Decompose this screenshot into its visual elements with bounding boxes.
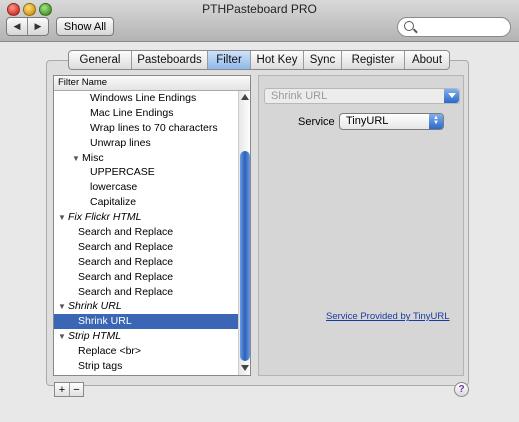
forward-button[interactable]: ▶ <box>27 18 48 35</box>
filter-item-label: Search and Replace <box>78 255 174 268</box>
service-provided-link[interactable]: Service Provided by TinyURL <box>326 311 450 322</box>
filter-item-label: Misc <box>82 151 104 164</box>
filter-item-label: Search and Replace <box>78 270 174 283</box>
preferences-tabs: General Pasteboards Filter Hot Key Sync … <box>68 50 450 70</box>
search-input[interactable] <box>397 17 511 37</box>
filter-list-item[interactable]: Shrink URL <box>54 314 250 330</box>
tab-register[interactable]: Register <box>341 51 404 69</box>
filter-list-item[interactable]: Search and Replace <box>54 270 250 285</box>
filter-list-item[interactable]: Search and Replace <box>54 285 250 300</box>
filter-list-item[interactable]: Capitalize <box>54 195 250 210</box>
tab-hot-key[interactable]: Hot Key <box>250 51 303 69</box>
scroll-down-arrow-icon[interactable] <box>241 365 249 371</box>
filter-item-label: Shrink URL <box>78 315 132 328</box>
service-label: Service <box>298 116 335 128</box>
filter-item-label: Strip tags <box>78 360 123 373</box>
filter-item-label: UPPERCASE <box>90 166 155 179</box>
filter-item-label: Mac Line Endings <box>90 106 174 119</box>
scroll-up-arrow-icon[interactable] <box>241 94 249 100</box>
filter-item-label: Search and Replace <box>78 285 174 298</box>
add-filter-button[interactable]: + <box>55 383 69 396</box>
filter-list-body: Windows Line Endings Mac Line Endings Wrap… <box>54 91 250 374</box>
filter-item-label: Wrap lines to 70 characters <box>90 121 218 134</box>
service-value: TinyURL <box>346 115 389 127</box>
filter-type-popup: Shrink URL <box>264 88 460 104</box>
forward-arrow-icon: ▶ <box>34 21 42 31</box>
help-button[interactable]: ? <box>454 382 469 397</box>
filter-list-item[interactable]: Replace <br> <box>54 344 250 359</box>
tab-sync[interactable]: Sync <box>303 51 341 69</box>
service-popup[interactable]: TinyURL ▲ ▼ <box>339 113 444 130</box>
filter-group-row[interactable]: ▼ Strip HTML <box>54 329 250 344</box>
popup-arrow-icon <box>444 89 459 103</box>
filter-item-label: Shrink URL <box>68 300 122 313</box>
filter-group-row[interactable]: ▼ Fix Flickr HTML <box>54 210 250 225</box>
filter-list-item[interactable]: Search and Replace <box>54 255 250 270</box>
filter-item-label: Fix Flickr HTML <box>68 211 142 224</box>
filter-list-item[interactable]: lowercase <box>54 180 250 195</box>
back-arrow-icon: ◀ <box>13 21 21 31</box>
tab-about[interactable]: About <box>404 51 449 69</box>
filter-item-label: Search and Replace <box>78 226 174 239</box>
filter-list[interactable]: Filter Name Windows Line Endings Mac Line… <box>53 75 251 376</box>
show-all-button[interactable]: Show All <box>56 17 114 36</box>
filter-item-label: Capitalize <box>90 196 137 209</box>
filter-type-value: Shrink URL <box>271 90 328 102</box>
filter-list-item[interactable]: Search and Replace <box>54 240 250 255</box>
filter-item-label: Windows Line Endings <box>90 92 197 104</box>
add-remove-control: + − <box>54 382 84 397</box>
disclosure-triangle-icon[interactable]: ▼ <box>58 330 68 345</box>
tab-pasteboards[interactable]: Pasteboards <box>131 51 207 69</box>
back-forward-control: ◀ ▶ <box>6 17 49 36</box>
window-title: PTHPasteboard PRO <box>202 2 317 16</box>
search-icon <box>404 21 414 31</box>
filter-item-label: Unwrap lines <box>90 136 151 149</box>
filter-list-item[interactable]: Search and Replace <box>54 225 250 240</box>
remove-filter-button[interactable]: − <box>69 383 83 396</box>
disclosure-triangle-icon[interactable]: ▼ <box>72 152 82 167</box>
filter-name-column-header[interactable]: Filter Name <box>54 76 250 91</box>
up-down-arrows-icon: ▲ ▼ <box>429 114 443 129</box>
tab-general[interactable]: General <box>69 51 131 69</box>
filter-list-scrollbar[interactable] <box>238 91 250 375</box>
disclosure-triangle-icon[interactable]: ▼ <box>58 211 68 226</box>
title-bar: PTHPasteboard PRO ◀ ▶ Show All <box>0 0 519 42</box>
filter-item-label: Strip HTML <box>68 330 122 343</box>
filter-list-item[interactable]: Wrap lines to 70 characters <box>54 121 250 136</box>
filter-list-item[interactable]: UPPERCASE <box>54 165 250 180</box>
filter-group-row[interactable]: ▼ Misc <box>54 151 250 166</box>
filter-list-item[interactable]: Strip tags <box>54 359 250 374</box>
filter-group-row[interactable]: ▼ Shrink URL <box>54 299 250 314</box>
scroll-thumb[interactable] <box>240 151 250 361</box>
filter-item-label: Search and Replace <box>78 240 174 253</box>
tab-filter[interactable]: Filter <box>207 51 250 69</box>
disclosure-triangle-icon[interactable]: ▼ <box>58 300 68 315</box>
filter-list-item[interactable]: Mac Line Endings <box>54 106 250 121</box>
filter-item-label: Replace <br> <box>78 345 142 358</box>
back-button[interactable]: ◀ <box>7 18 27 35</box>
filter-item-label: lowercase <box>90 181 138 194</box>
filter-list-item[interactable]: Unwrap lines <box>54 136 250 151</box>
filter-list-item[interactable]: Windows Line Endings <box>54 91 250 106</box>
